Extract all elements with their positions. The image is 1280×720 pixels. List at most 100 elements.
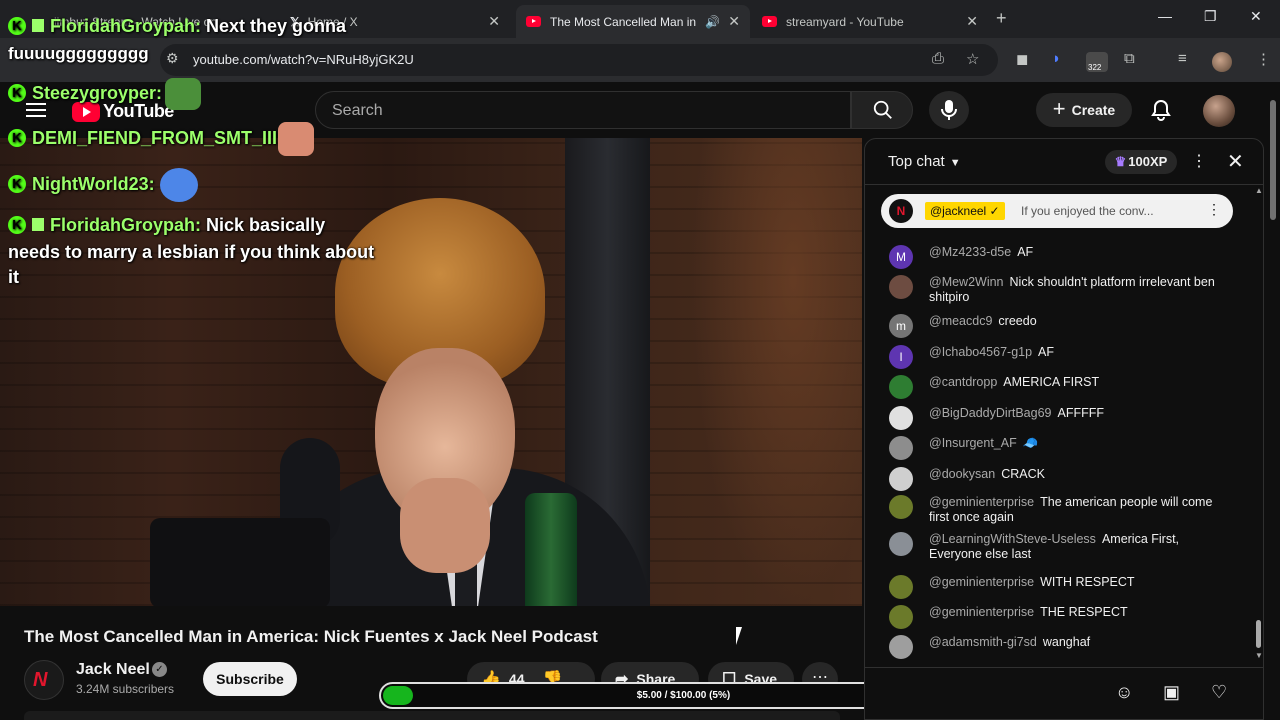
chat-author-name[interactable]: @Mew2Winn [929, 275, 1004, 289]
chat-message[interactable]: @geminienterprise The american people wil… [889, 495, 1219, 525]
minimize-icon[interactable]: — [1158, 8, 1172, 24]
chat-author-avatar[interactable] [889, 467, 913, 491]
youtube-logo[interactable]: YouTube [72, 101, 174, 122]
close-chat-icon[interactable]: ✕ [1227, 149, 1244, 174]
close-tab-icon[interactable]: ✕ [488, 13, 500, 30]
chat-author-name[interactable]: @dookysan [929, 467, 995, 481]
account-avatar[interactable] [1203, 95, 1235, 127]
chat-message[interactable]: m @meacdc9 creedo [889, 314, 1219, 338]
heart-icon[interactable]: ♡ [1211, 682, 1227, 703]
tab-streamyard[interactable]: streamyard - YouTube ✕ [752, 5, 988, 38]
chat-author-name[interactable]: @geminienterprise [929, 575, 1034, 589]
search-button[interactable] [851, 91, 913, 129]
chat-message[interactable]: @adamsmith-gi7sd wanghaf [889, 635, 1219, 659]
chat-author-avatar[interactable] [889, 436, 913, 460]
omnibox[interactable]: ⚙ youtube.com/watch?v=NRuH8yjGK2U ⎙ ☆ [160, 44, 998, 76]
chat-author-name[interactable]: @adamsmith-gi7sd [929, 635, 1037, 649]
extension-badge[interactable]: 322 [1086, 52, 1108, 72]
close-tab-icon[interactable]: ✕ [728, 13, 740, 30]
chat-message[interactable]: @geminienterprise WITH RESPECT [889, 575, 1219, 599]
chat-scroll-thumb[interactable] [1256, 620, 1261, 648]
page-scrollbar[interactable] [1268, 86, 1278, 720]
new-tab-icon[interactable]: + [996, 8, 1007, 29]
restore-icon[interactable]: ❐ [1204, 8, 1217, 25]
chat-author-name[interactable]: @Mz4233-d5e [929, 245, 1011, 259]
create-button[interactable]: + Create [1036, 93, 1132, 127]
hamburger-menu-icon[interactable] [26, 103, 46, 117]
super-chat-icon[interactable]: ▣ [1163, 682, 1180, 703]
subscriber-count: 3.24M subscribers [76, 682, 175, 696]
chat-author-avatar[interactable]: M [889, 245, 913, 269]
subscribe-button[interactable]: Subscribe [203, 662, 297, 696]
chat-author-name[interactable]: @LearningWithSteve-Useless [929, 532, 1096, 546]
channel-avatar[interactable]: N [24, 660, 64, 700]
xp-badge[interactable]: ♛ 100XP [1105, 150, 1177, 174]
chat-message-body: @geminienterprise The american people wil… [929, 495, 1219, 525]
chat-message[interactable]: @Insurgent_AF 🧢 [889, 436, 1219, 460]
tab-jimbuz[interactable]: jimbuz Stream - Watch Live on [44, 5, 274, 38]
channel-name[interactable]: Jack Neel [76, 661, 150, 679]
chat-author-name[interactable]: @geminienterprise [929, 605, 1034, 619]
extension-icon[interactable]: ◗ [1052, 50, 1061, 67]
speaker-icon[interactable]: 🔊 [705, 15, 720, 29]
chat-options-icon[interactable]: ⋮ [1191, 151, 1207, 171]
chat-message[interactable]: @Mew2Winn Nick shouldn't platform irrelev… [889, 275, 1219, 305]
chat-author-avatar[interactable] [889, 532, 913, 556]
chat-message[interactable]: @geminienterprise THE RESPECT [889, 605, 1219, 629]
chat-author-name[interactable]: @cantdropp [929, 375, 997, 389]
extensions-puzzle-icon[interactable]: ⧉ [1124, 50, 1135, 67]
chat-author-avatar[interactable] [889, 635, 913, 659]
install-icon[interactable]: ⎙ [932, 50, 944, 67]
chat-author-avatar[interactable] [889, 605, 913, 629]
chat-author-avatar[interactable]: I [889, 345, 913, 369]
browser-menu-icon[interactable]: ⋮ [1256, 50, 1271, 68]
chat-message-body: @adamsmith-gi7sd wanghaf [929, 635, 1219, 650]
chat-message[interactable]: I @Ichabo4567-g1p AF [889, 345, 1219, 369]
voice-search-button[interactable] [929, 91, 969, 129]
chat-author-avatar[interactable] [889, 575, 913, 599]
emoji-icon[interactable]: ☺ [1115, 682, 1133, 703]
media-control-icon[interactable]: ≡ [1178, 50, 1187, 67]
pinned-author: @jackneel ✓ [925, 202, 1005, 220]
page-scroll-thumb[interactable] [1270, 100, 1276, 220]
extension-icon[interactable]: ◼ [1016, 50, 1028, 68]
chat-author-name[interactable]: @geminienterprise [929, 495, 1034, 509]
chat-author-avatar[interactable]: m [889, 314, 913, 338]
chat-message[interactable]: @cantdropp AMERICA FIRST [889, 375, 1219, 399]
scroll-up-icon[interactable]: ▲ [1255, 186, 1263, 195]
youtube-header: YouTube Search + Create [0, 82, 1280, 138]
chat-author-avatar[interactable] [889, 495, 913, 519]
site-info-icon[interactable]: ⚙ [166, 50, 179, 67]
notifications-bell-icon[interactable] [1150, 99, 1172, 121]
chat-author-avatar[interactable] [889, 375, 913, 399]
chat-author-name[interactable]: @Ichabo4567-g1p [929, 345, 1032, 359]
chat-message-body: @Insurgent_AF 🧢 [929, 436, 1219, 451]
chat-message-body: @meacdc9 creedo [929, 314, 1219, 329]
chat-author-name[interactable]: @BigDaddyDirtBag69 [929, 406, 1051, 420]
chat-message[interactable]: @LearningWithSteve-Useless America First,… [889, 532, 1219, 562]
chat-author-avatar[interactable] [889, 275, 913, 299]
search-input[interactable]: Search [315, 91, 851, 129]
chat-author-avatar[interactable] [889, 406, 913, 430]
channel-logo-icon: N [33, 669, 48, 691]
chat-message[interactable]: M @Mz4233-d5e AF [889, 245, 1219, 269]
close-tab-icon[interactable]: ✕ [966, 13, 978, 30]
pinned-message[interactable]: N @jackneel ✓ If you enjoyed the conv...… [881, 194, 1233, 228]
bookmark-star-icon[interactable]: ☆ [966, 50, 979, 68]
chat-author-name[interactable]: @Insurgent_AF [929, 436, 1017, 450]
chat-message[interactable]: @dookysan CRACK [889, 467, 1219, 491]
chat-message[interactable]: @BigDaddyDirtBag69 AFFFFF [889, 406, 1219, 430]
chat-scrollbar[interactable]: ▲ ▼ [1255, 186, 1264, 663]
scroll-down-icon[interactable]: ▼ [1255, 651, 1263, 660]
crown-icon: ♛ [1114, 154, 1127, 169]
tab-x-home[interactable]: 𝕏 Home / X ✕ [280, 5, 510, 38]
url-text[interactable]: youtube.com/watch?v=NRuH8yjGK2U [193, 52, 414, 67]
close-window-icon[interactable]: ✕ [1250, 8, 1262, 25]
tab-video[interactable]: The Most Cancelled Man in 🔊 ✕ [516, 5, 750, 38]
pinned-author-avatar: N [889, 199, 913, 223]
chat-mode-dropdown[interactable]: Top chat ▼ [888, 153, 961, 170]
pinned-options-icon[interactable]: ⋮ [1207, 201, 1221, 218]
chat-author-name[interactable]: @meacdc9 [929, 314, 992, 328]
browser-profile-avatar[interactable] [1212, 52, 1232, 72]
video-player[interactable] [0, 138, 862, 606]
